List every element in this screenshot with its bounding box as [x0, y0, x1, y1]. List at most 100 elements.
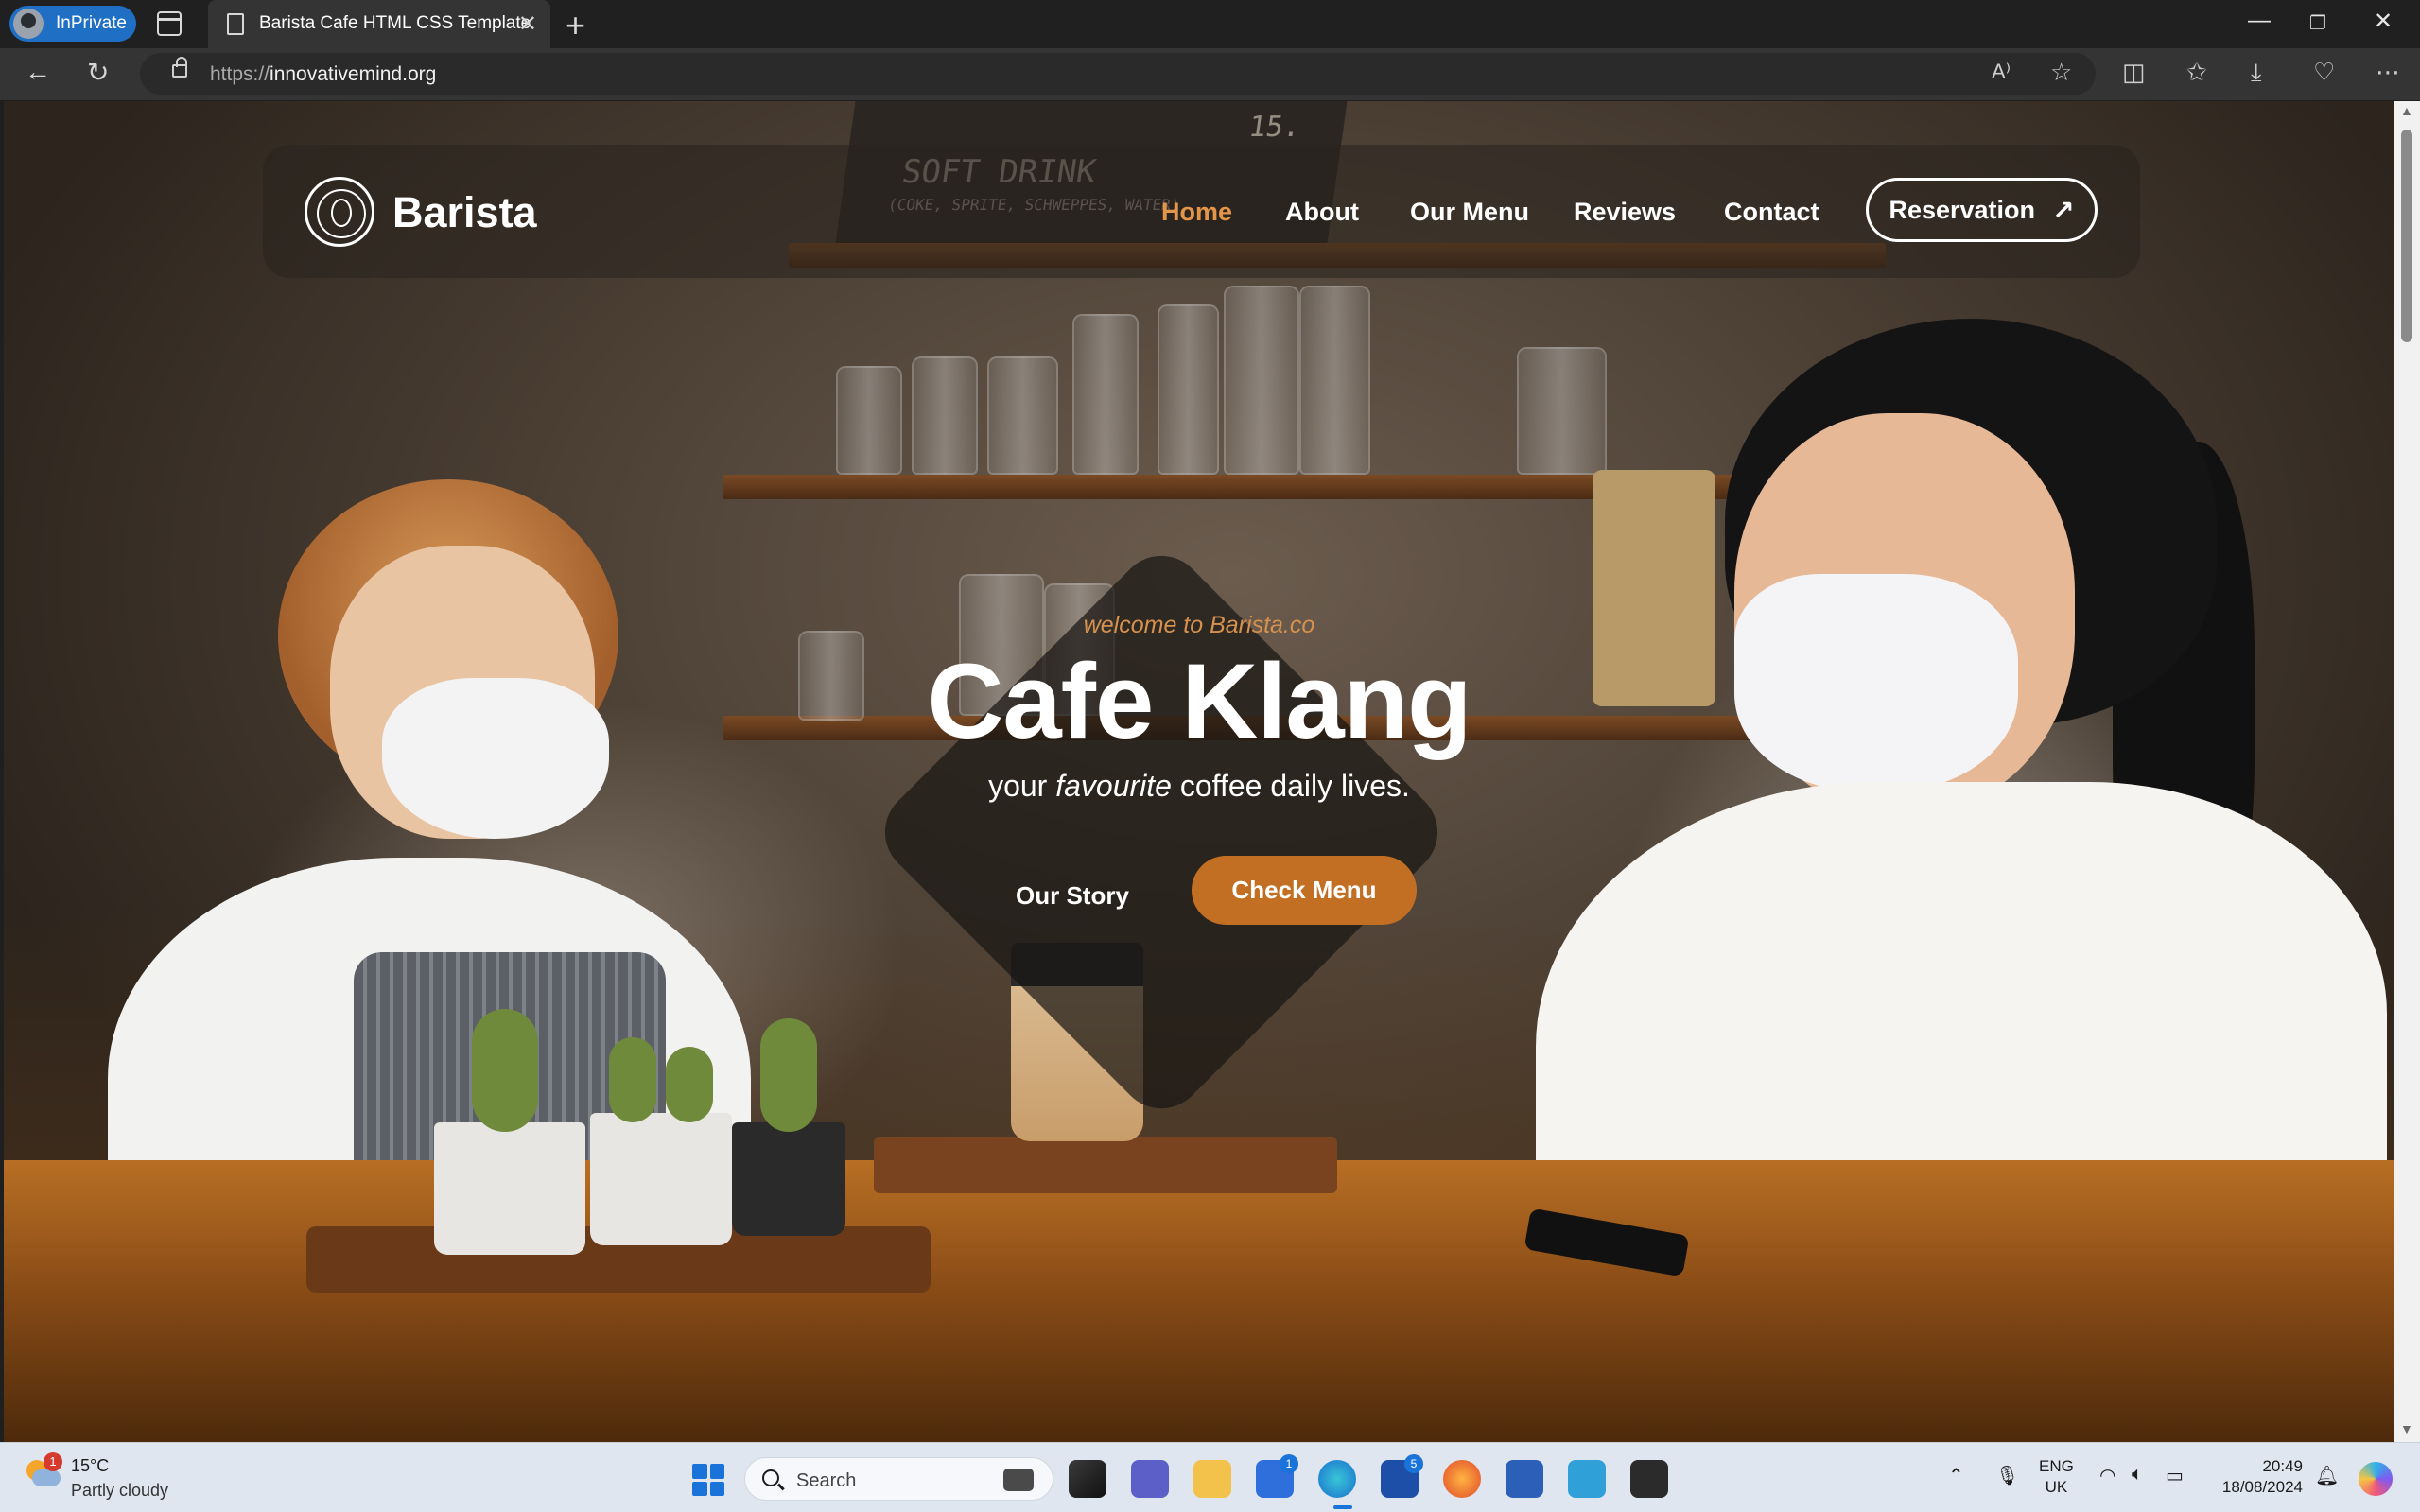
language-region: UK [2045, 1478, 2068, 1496]
url-protocol: https:// [210, 63, 270, 85]
address-bar[interactable]: https://innovativemind.org A⁾ ☆ [140, 53, 2096, 95]
close-tab-icon[interactable]: ✕ [518, 10, 537, 38]
show-hidden-icons-chevron-icon[interactable]: ⌃ [1948, 1464, 1964, 1487]
scrollbar-thumb[interactable] [2401, 130, 2412, 342]
glass-jar [987, 356, 1058, 475]
scroll-up-icon[interactable]: ▲ [2400, 103, 2413, 118]
glass-jar [1517, 347, 1607, 475]
site-navbar: Barista Home About Our Menu Reviews Cont… [263, 145, 2140, 278]
system-clock[interactable]: 20:49 18/08/2024 [2213, 1456, 2303, 1498]
downloads-icon[interactable]: ⤓ [2251, 58, 2262, 88]
word-icon[interactable] [1506, 1460, 1543, 1498]
glass-jar [1072, 314, 1139, 475]
new-tab-icon[interactable]: + [566, 6, 585, 45]
brand-name[interactable]: Barista [392, 188, 537, 237]
nav-reviews[interactable]: Reviews [1574, 198, 1676, 227]
wooden-stand [874, 1137, 1337, 1193]
page-icon [227, 13, 244, 35]
subtitle-pre: your [988, 769, 1048, 803]
weather-description[interactable]: Partly cloudy [71, 1481, 168, 1501]
profile-avatar-icon [13, 9, 44, 39]
nav-about[interactable]: About [1285, 198, 1359, 227]
terminal-icon[interactable] [1630, 1460, 1668, 1498]
url-host: innovativemind.org [270, 63, 437, 85]
arrow-up-right-icon: ↗ [2052, 195, 2075, 225]
tab-title: Barista Cafe HTML CSS Template [259, 13, 531, 33]
notepad-icon[interactable] [1568, 1460, 1606, 1498]
hero-title: Cafe Klang [927, 642, 1472, 760]
minimize-icon[interactable]: — [2248, 8, 2271, 34]
restore-icon[interactable]: ❐ [2309, 11, 2326, 35]
reservation-label: Reservation [1889, 195, 2036, 224]
language-indicator[interactable]: ENG UK [2039, 1456, 2074, 1498]
file-explorer-icon[interactable] [1193, 1460, 1231, 1498]
glass-jar [912, 356, 978, 475]
search-highlight-icon [1003, 1469, 1034, 1491]
hero-subtitle: your favourite coffee daily lives. [4, 769, 2394, 804]
volume-icon[interactable]: 🔈︎ [2132, 1464, 2143, 1486]
active-app-indicator [1333, 1505, 1352, 1509]
task-view-icon[interactable] [1069, 1460, 1106, 1498]
back-icon[interactable]: ← [25, 57, 51, 87]
tab-actions-icon[interactable] [157, 11, 182, 36]
app-l-badge: 5 [1404, 1454, 1423, 1473]
browser-titlebar: InPrivate Barista Cafe HTML CSS Template… [0, 0, 2420, 48]
wooden-counter [4, 1160, 2394, 1442]
weather-badge: 1 [44, 1452, 62, 1471]
cactus [472, 1009, 538, 1132]
glass-jar [1158, 304, 1219, 475]
taskbar-search-box[interactable]: Search [744, 1457, 1053, 1501]
check-menu-button[interactable]: Check Menu [1192, 856, 1417, 925]
nav-home[interactable]: Home [1161, 198, 1232, 227]
glass-jar [1299, 286, 1370, 475]
cactus [609, 1037, 656, 1122]
glass-jar [1224, 286, 1299, 475]
edge-browser-icon[interactable] [1318, 1460, 1356, 1498]
browser-essentials-icon[interactable]: ♡ [2313, 58, 2335, 87]
wifi-icon[interactable]: ◠ [2099, 1464, 2115, 1487]
cactus [760, 1018, 817, 1132]
search-icon [762, 1469, 779, 1486]
battery-icon[interactable]: ▭ [2166, 1464, 2184, 1487]
hero-welcome-text: welcome to Barista.co [1083, 612, 1315, 638]
weather-temperature[interactable]: 15°C [71, 1456, 109, 1476]
coffee-bean-logo-icon[interactable] [305, 177, 374, 247]
nav-contact[interactable]: Contact [1724, 198, 1819, 227]
teams-icon[interactable] [1131, 1460, 1169, 1498]
url-text[interactable]: https://innovativemind.org [210, 63, 436, 86]
plant-pot [434, 1122, 585, 1255]
cactus [666, 1047, 713, 1122]
browser-toolbar: ← ↻ https://innovativemind.org A⁾ ☆ ◫ ✩ … [0, 48, 2420, 100]
scroll-down-icon[interactable]: ▼ [2400, 1421, 2413, 1436]
copilot-icon[interactable] [2359, 1462, 2393, 1496]
page-viewport: SOFT DRINK (COKE, SPRITE, SCHWEPPES, WAT… [4, 101, 2394, 1442]
close-window-icon[interactable]: ✕ [2374, 8, 2393, 35]
plant-pot [732, 1122, 845, 1236]
split-screen-icon[interactable]: ◫ [2122, 58, 2146, 87]
inprivate-profile-button[interactable]: InPrivate [9, 6, 136, 42]
reservation-button[interactable]: Reservation ↗ [1866, 178, 2098, 242]
favorites-icon[interactable]: ✩ [2186, 58, 2207, 87]
notifications-bell-icon[interactable]: 🔔︎ [2315, 1464, 2339, 1487]
browser-tab-active[interactable]: Barista Cafe HTML CSS Template ✕ [208, 0, 550, 48]
windows-taskbar: 1 15°C Partly cloudy Search 1 5 ⌃ 🎙︎ ENG… [0, 1442, 2420, 1512]
subtitle-post: coffee daily lives. [1179, 769, 1410, 803]
nav-our-menu[interactable]: Our Menu [1410, 198, 1529, 227]
windows-start-icon[interactable] [692, 1464, 724, 1496]
page-scrollbar[interactable]: ▲ ▼ [2394, 101, 2420, 1442]
read-aloud-icon[interactable]: A⁾ [1992, 60, 2011, 84]
store-badge: 1 [1280, 1454, 1298, 1473]
refresh-icon[interactable]: ↻ [87, 57, 109, 88]
search-placeholder: Search [796, 1470, 857, 1491]
inprivate-label: InPrivate [56, 13, 127, 33]
our-story-link[interactable]: Our Story [1016, 881, 1129, 911]
microphone-icon[interactable]: 🎙︎ [1995, 1464, 2019, 1487]
clock-date: 18/08/2024 [2221, 1478, 2303, 1496]
lock-icon[interactable] [172, 57, 187, 78]
favorite-star-icon[interactable]: ☆ [2050, 58, 2072, 87]
firefox-icon[interactable] [1443, 1460, 1481, 1498]
glass-jar [836, 366, 902, 475]
more-options-icon[interactable]: ⋯ [2376, 58, 2400, 87]
plant-pot [590, 1113, 732, 1245]
subtitle-emphasis: favourite [1055, 769, 1172, 803]
